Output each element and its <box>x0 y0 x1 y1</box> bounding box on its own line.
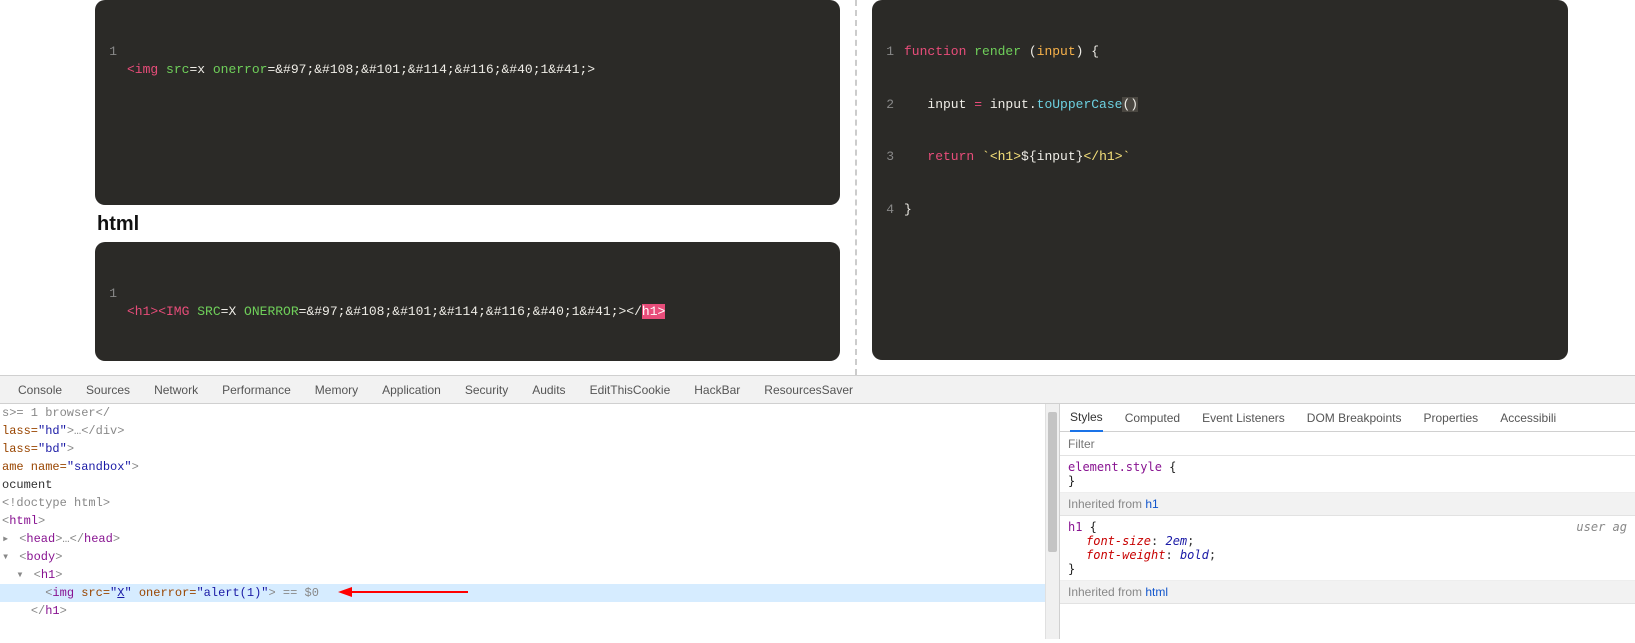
style-rule-element[interactable]: element.style { } <box>1060 456 1635 493</box>
dom-node[interactable]: <!doctype html> <box>0 494 1059 512</box>
line-number: 4 <box>872 201 904 219</box>
dom-node-selected[interactable]: <img src="X" onerror="alert(1)"> == $0 <box>0 584 1059 602</box>
tab-editthiscookie[interactable]: EditThisCookie <box>590 383 671 397</box>
line-number: 1 <box>95 285 127 320</box>
dom-node[interactable]: lass="hd">…</div> <box>0 422 1059 440</box>
code-line: <img src=x onerror=&#97;&#108;&#101;&#11… <box>127 43 840 78</box>
annotation-arrow-icon <box>338 585 468 599</box>
line-number: 1 <box>95 43 127 78</box>
dom-node[interactable]: ocument <box>0 476 1059 494</box>
tab-resourcessaver[interactable]: ResourcesSaver <box>764 383 853 397</box>
tab-properties[interactable]: Properties <box>1423 411 1478 431</box>
tab-dom-breakpoints[interactable]: DOM Breakpoints <box>1307 411 1402 431</box>
dom-node[interactable]: ▾ <body> <box>0 548 1059 566</box>
pane-divider[interactable] <box>855 0 857 375</box>
tab-application[interactable]: Application <box>382 383 441 397</box>
style-rule-h1[interactable]: h1 { user ag font-size: 2em; font-weight… <box>1060 516 1635 581</box>
output-code-editor[interactable]: 1 <h1><IMG SRC=X ONERROR=&#97;&#108;&#10… <box>95 242 840 361</box>
tab-security[interactable]: Security <box>465 383 508 397</box>
elements-tree[interactable]: s>= 1 browser</ lass="hd">…</div> lass="… <box>0 404 1059 639</box>
styles-filter-input[interactable] <box>1060 432 1635 455</box>
inherited-from-h1: Inherited from h1 <box>1060 493 1635 516</box>
tab-event-listeners[interactable]: Event Listeners <box>1202 411 1285 431</box>
tab-memory[interactable]: Memory <box>315 383 358 397</box>
html-section-label: html <box>95 205 840 242</box>
line-number: 1 <box>872 43 904 61</box>
tab-sources[interactable]: Sources <box>86 383 130 397</box>
tab-performance[interactable]: Performance <box>222 383 291 397</box>
input-code-editor[interactable]: 1 <img src=x onerror=&#97;&#108;&#101;&#… <box>95 0 840 205</box>
tab-accessibility[interactable]: Accessibili <box>1500 411 1556 431</box>
tab-computed[interactable]: Computed <box>1125 411 1180 431</box>
code-line: input = input.toUpperCase() <box>904 96 1568 114</box>
tab-hackbar[interactable]: HackBar <box>694 383 740 397</box>
dom-node[interactable]: ▸ <head>…</head> <box>0 530 1059 548</box>
styles-subtabs: Styles Computed Event Listeners DOM Brea… <box>1060 404 1635 432</box>
dom-node[interactable]: <html> <box>0 512 1059 530</box>
dom-node[interactable]: s>= 1 browser</ <box>0 404 1059 422</box>
code-line: } <box>904 201 1568 219</box>
tab-console[interactable]: Console <box>18 383 62 397</box>
render-function-editor[interactable]: 1 function render (input) { 2 input = in… <box>872 0 1568 360</box>
line-number: 2 <box>872 96 904 114</box>
dom-node[interactable]: lass="bd"> <box>0 440 1059 458</box>
code-line: <h1><IMG SRC=X ONERROR=&#97;&#108;&#101;… <box>127 285 840 320</box>
code-line: return `<h1>${input}</h1>` <box>904 148 1568 166</box>
tab-audits[interactable]: Audits <box>532 383 565 397</box>
devtools-main-tabs: Console Sources Network Performance Memo… <box>0 376 1635 404</box>
devtools-panel: Console Sources Network Performance Memo… <box>0 375 1635 639</box>
dom-node[interactable]: </h1> <box>0 602 1059 620</box>
dom-node[interactable]: ▾ <h1> <box>0 566 1059 584</box>
dom-node[interactable]: ame name="sandbox"> <box>0 458 1059 476</box>
code-line: function render (input) { <box>904 43 1568 61</box>
inherited-from-html: Inherited from html <box>1060 581 1635 604</box>
elements-scrollbar[interactable] <box>1045 404 1059 639</box>
tab-styles[interactable]: Styles <box>1070 410 1103 432</box>
line-number: 3 <box>872 148 904 166</box>
tab-network[interactable]: Network <box>154 383 198 397</box>
